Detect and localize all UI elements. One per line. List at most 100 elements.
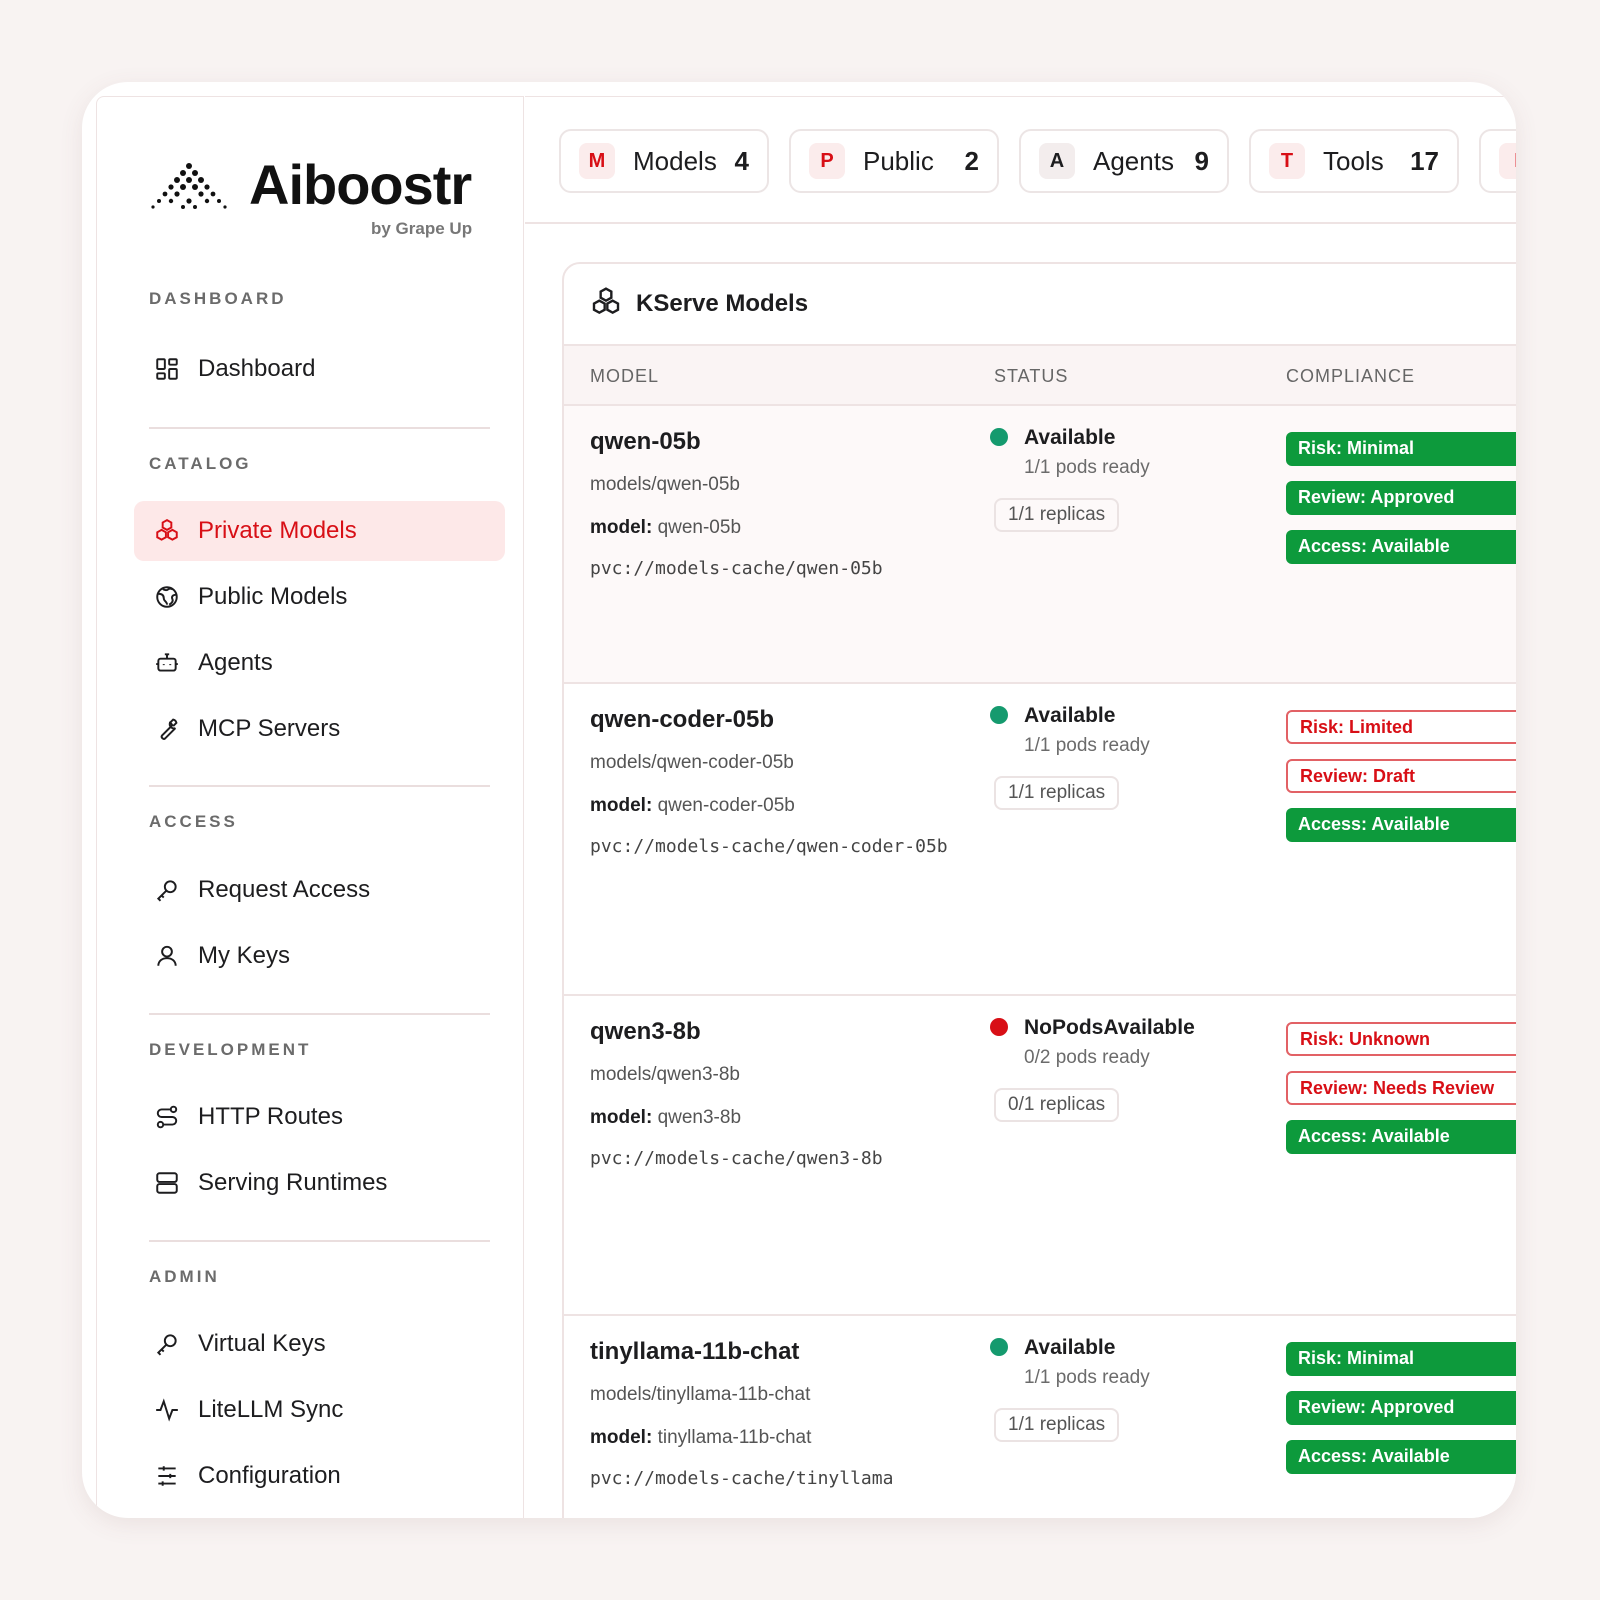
sidebar-item-http-routes[interactable]: HTTP Routes [134, 1087, 505, 1147]
sidebar-item-label: My Keys [198, 942, 291, 969]
table-row[interactable]: qwen3-8b models/qwen3-8b model: qwen3-8b… [564, 996, 1516, 1316]
sidebar-item-label: Agents [198, 649, 273, 676]
access-tag: Access: Available [1286, 530, 1516, 564]
model-path: models/tinyllama-11b-chat [590, 1384, 811, 1405]
model-id: model: qwen3-8b [590, 1107, 741, 1129]
pods-ready: 1/1 pods ready [1024, 735, 1150, 756]
model-key: model: [590, 795, 653, 816]
stat-label: Models [633, 145, 717, 176]
brand-subtitle: by Grape Up [371, 219, 473, 238]
sidebar: Aiboostr by Grape Up DASHBOARD Dashboard… [96, 96, 524, 1518]
stats-bar: M Models 4 P Public 2 A Agents 9 T Tools… [525, 96, 1516, 224]
route-icon [152, 1102, 182, 1132]
sliders-icon [152, 1461, 182, 1491]
stat-pill-models[interactable]: M Models 4 [559, 129, 769, 193]
stat-pill-tools[interactable]: T Tools 17 [1249, 129, 1459, 193]
stat-label: Agents [1093, 145, 1174, 176]
stat-pill-partial[interactable]: I [1479, 129, 1516, 193]
model-key: model: [590, 517, 653, 538]
sidebar-item-request-access[interactable]: Request Access [134, 860, 505, 920]
model-name[interactable]: qwen-05b [590, 428, 701, 456]
model-pvc: pvc://models-cache/qwen-coder-05b [590, 836, 948, 857]
risk-tag: Risk: Minimal [1286, 432, 1516, 466]
status-dot [990, 706, 1008, 724]
pods-ready: 0/2 pods ready [1024, 1047, 1150, 1068]
model-name[interactable]: qwen-coder-05b [590, 706, 774, 734]
table-row[interactable]: qwen-coder-05b models/qwen-coder-05b mod… [564, 684, 1516, 996]
stat-badge: I [1499, 143, 1516, 179]
sidebar-item-label: Serving Runtimes [198, 1169, 388, 1196]
sidebar-item-litellm-sync[interactable]: LiteLLM Sync [134, 1380, 505, 1440]
user-icon [152, 941, 182, 971]
cubes-icon [590, 286, 622, 323]
kserve-models-panel: KServe Models MODEL STATUS COMPLIANCE qw… [562, 262, 1516, 1518]
logo-mark-icon [151, 162, 227, 209]
model-id: model: tinyllama-11b-chat [590, 1427, 811, 1449]
sidebar-item-private-models[interactable]: Private Models [134, 501, 505, 561]
model-value: tinyllama-11b-chat [657, 1427, 812, 1448]
panel-header: KServe Models [564, 264, 1516, 346]
sidebar-item-my-keys[interactable]: My Keys [134, 926, 505, 986]
status-label: Available [1024, 426, 1116, 449]
access-tag: Access: Available [1286, 808, 1516, 842]
stat-pill-agents[interactable]: A Agents 9 [1019, 129, 1229, 193]
section-title-access: ACCESS [149, 812, 238, 831]
replicas-badge: 0/1 replicas [994, 1088, 1120, 1122]
model-name[interactable]: tinyllama-11b-chat [590, 1338, 799, 1366]
sidebar-item-public-models[interactable]: Public Models [134, 567, 505, 627]
sidebar-item-mcp-servers[interactable]: MCP Servers [134, 699, 505, 759]
brand-logo[interactable]: Aiboostr [149, 152, 472, 217]
stat-count: 4 [734, 145, 749, 176]
risk-tag: Risk: Minimal [1286, 1342, 1516, 1376]
column-header-status: STATUS [994, 366, 1069, 386]
sidebar-item-serving-runtimes[interactable]: Serving Runtimes [134, 1153, 505, 1213]
sidebar-item-agents[interactable]: Agents [134, 633, 505, 693]
sidebar-item-label: Configuration [198, 1462, 341, 1489]
sidebar-item-label: MCP Servers [198, 715, 341, 742]
stat-badge: T [1269, 143, 1305, 179]
model-value: qwen3-8b [657, 1107, 742, 1128]
table-row[interactable]: qwen-05b models/qwen-05b model: qwen-05b… [564, 406, 1516, 684]
wrench-icon [152, 714, 182, 744]
panel-title: KServe Models [636, 290, 809, 317]
column-header-compliance: COMPLIANCE [1286, 366, 1416, 386]
key-icon [152, 875, 182, 905]
sidebar-item-dashboard[interactable]: Dashboard [134, 339, 505, 399]
divider [149, 1013, 490, 1015]
sidebar-item-configuration[interactable]: Configuration [134, 1446, 505, 1506]
status-dot [990, 428, 1008, 446]
stat-badge: A [1039, 143, 1075, 179]
status-label: Available [1024, 704, 1116, 727]
stat-pill-public[interactable]: P Public 2 [789, 129, 999, 193]
pods-ready: 1/1 pods ready [1024, 457, 1150, 478]
model-id: model: qwen-05b [590, 517, 741, 539]
replicas-badge: 1/1 replicas [994, 498, 1120, 532]
section-title-admin: ADMIN [149, 1267, 220, 1286]
brand-name: Aiboostr [249, 153, 472, 216]
stat-count: 17 [1410, 145, 1439, 176]
review-tag: Review: Needs Review [1286, 1071, 1516, 1105]
review-tag: Review: Draft [1286, 759, 1516, 793]
divider [149, 427, 490, 429]
divider [149, 1240, 490, 1242]
status-dot [990, 1018, 1008, 1036]
cubes-icon [152, 516, 182, 546]
globe-icon [152, 582, 182, 612]
pods-ready: 1/1 pods ready [1024, 1367, 1150, 1388]
access-tag: Access: Available [1286, 1440, 1516, 1474]
table-header: MODEL STATUS COMPLIANCE [564, 346, 1516, 406]
key-icon [152, 1329, 182, 1359]
model-path: models/qwen-coder-05b [590, 752, 794, 773]
replicas-badge: 1/1 replicas [994, 776, 1120, 810]
sidebar-item-virtual-keys[interactable]: Virtual Keys [134, 1314, 505, 1374]
model-path: models/qwen3-8b [590, 1064, 740, 1085]
model-name[interactable]: qwen3-8b [590, 1018, 701, 1046]
column-header-model: MODEL [590, 366, 660, 386]
stat-label: Tools [1323, 145, 1384, 176]
table-row[interactable]: tinyllama-11b-chat models/tinyllama-11b-… [564, 1316, 1516, 1518]
model-value: qwen-05b [657, 517, 742, 538]
model-value: qwen-coder-05b [657, 795, 795, 816]
status-label: Available [1024, 1336, 1116, 1359]
model-pvc: pvc://models-cache/qwen-05b [590, 558, 883, 579]
stat-badge: P [809, 143, 845, 179]
